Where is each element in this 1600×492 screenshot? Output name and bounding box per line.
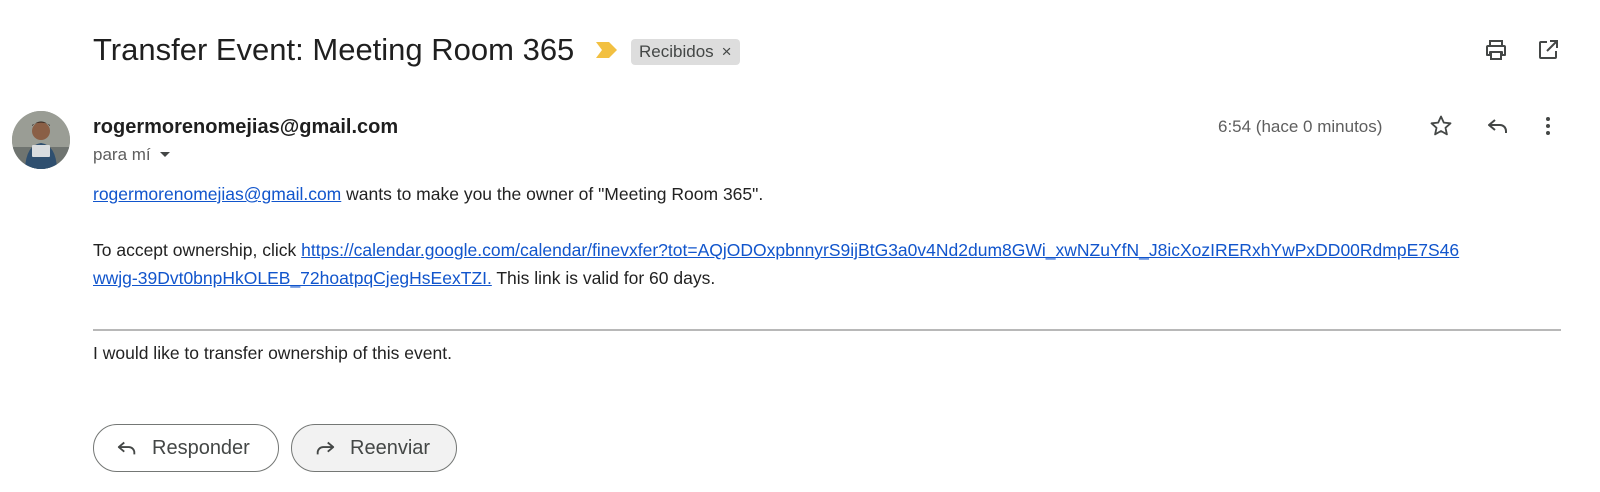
reply-button-label: Responder: [152, 436, 250, 459]
more-options-button[interactable]: [1528, 106, 1568, 146]
sender-email: rogermorenomejias@gmail.com: [93, 116, 399, 138]
forward-button-label: Reenviar: [350, 436, 431, 459]
accept-ownership-link-continued[interactable]: wwjg-39Dvt0bnpHkOLEB_72hoatpqCjegHsEexTZ…: [93, 268, 492, 288]
body-divider: [93, 329, 1561, 331]
open-in-new-icon: [1539, 40, 1558, 59]
message-text: I would like to transfer ownership of th…: [93, 343, 452, 363]
body-line-3: wwjg-39Dvt0bnpHkOLEB_72hoatpqCjegHsEexTZ…: [93, 264, 715, 292]
open-in-new-window-button[interactable]: [1528, 30, 1568, 70]
recipient-details-toggle[interactable]: para mí: [93, 143, 171, 167]
arrow-drop-down-icon: [159, 152, 170, 157]
accept-ownership-link[interactable]: https://calendar.google.com/calendar/fin…: [301, 240, 1459, 260]
body-line-1-text: wants to make you the owner of "Meeting …: [341, 184, 764, 204]
email-subject: Transfer Event: Meeting Room 365: [93, 32, 575, 67]
label-chip-inbox: Recibidos ×: [631, 39, 740, 65]
label-remove-button[interactable]: ×: [722, 39, 732, 65]
body-line-2-prefix: To accept ownership, click: [93, 240, 302, 260]
reply-icon: [117, 441, 136, 455]
print-button[interactable]: [1476, 30, 1516, 70]
reply-button[interactable]: Responder: [93, 424, 279, 472]
body-line-2-suffix: This link is valid for 60 days.: [491, 268, 716, 288]
forward-button[interactable]: Reenviar: [291, 424, 457, 472]
star-button[interactable]: [1421, 106, 1461, 146]
label-chip-text: Recibidos: [639, 42, 714, 61]
important-marker-icon[interactable]: [596, 42, 617, 58]
body-line-1: rogermorenomejias@gmail.com wants to mak…: [93, 180, 763, 208]
forward-icon: [316, 441, 335, 455]
recipient-text: para mí: [93, 145, 151, 164]
email-timestamp: 6:54 (hace 0 minutos): [1218, 117, 1383, 136]
sender-email-link[interactable]: rogermorenomejias@gmail.com: [93, 184, 341, 204]
sender-avatar[interactable]: [12, 111, 70, 169]
avatar-photo: [12, 111, 70, 169]
reply-icon: [1488, 119, 1507, 133]
star-icon: [1430, 115, 1452, 136]
print-icon: [1486, 40, 1506, 60]
body-line-2: To accept ownership, click https://calen…: [93, 236, 1459, 264]
more-vert-icon: [1546, 117, 1550, 135]
reply-icon-button[interactable]: [1478, 106, 1518, 146]
